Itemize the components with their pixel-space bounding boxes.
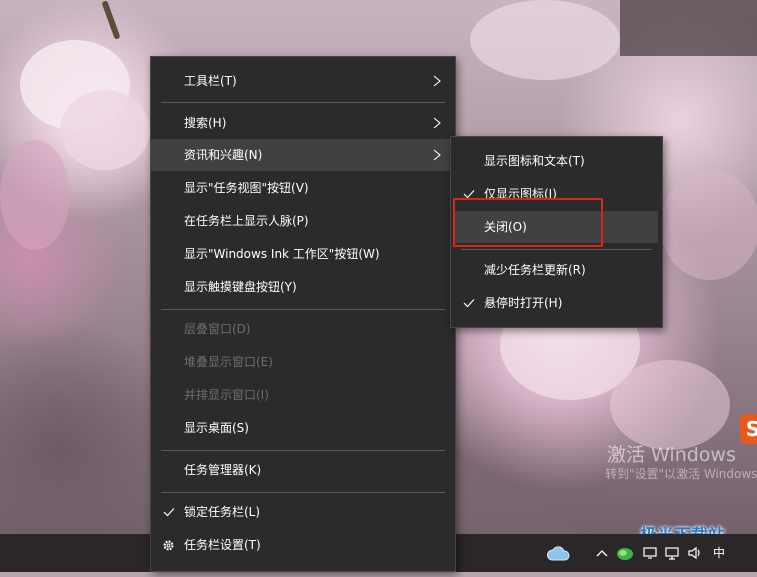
checkmark-icon bbox=[463, 287, 475, 319]
menu-item-label: 显示图标和文本(T) bbox=[484, 154, 585, 168]
menu-item-label: 层叠窗口(D) bbox=[184, 322, 251, 336]
submenu-item-open-on-hover[interactable]: 悬停时打开(H) bbox=[451, 287, 662, 319]
menu-item-toolbars[interactable]: 工具栏(T) bbox=[151, 65, 455, 97]
taskbar-context-menu: 工具栏(T) 搜索(H) 资讯和兴趣(N) 显示"任务视图"按钮(V) 在任务栏… bbox=[150, 56, 456, 572]
menu-item-show-people[interactable]: 在任务栏上显示人脉(P) bbox=[151, 205, 455, 237]
volume-icon[interactable] bbox=[686, 534, 704, 572]
menu-item-label: 任务管理器(K) bbox=[184, 463, 262, 477]
menu-item-label: 任务栏设置(T) bbox=[184, 538, 261, 552]
submenu-item-reduce-updates[interactable]: 减少任务栏更新(R) bbox=[451, 254, 662, 286]
submenu-item-show-icon-and-text[interactable]: 显示图标和文本(T) bbox=[451, 145, 662, 177]
chevron-right-icon bbox=[433, 65, 445, 97]
security-icon[interactable] bbox=[613, 534, 637, 572]
menu-item-task-manager[interactable]: 任务管理器(K) bbox=[151, 454, 455, 486]
menu-divider bbox=[161, 450, 445, 451]
menu-item-label: 减少任务栏更新(R) bbox=[484, 263, 586, 277]
menu-item-label: 堆叠显示窗口(E) bbox=[184, 355, 273, 369]
ime-indicator[interactable]: 中 bbox=[710, 534, 728, 572]
activation-title: 激活 Windows bbox=[607, 444, 736, 466]
menu-item-label: 资讯和兴趣(N) bbox=[184, 148, 263, 162]
menu-item-taskbar-settings[interactable]: 任务栏设置(T) bbox=[151, 529, 455, 561]
menu-divider bbox=[461, 249, 652, 250]
checkmark-icon bbox=[163, 496, 175, 528]
menu-item-search[interactable]: 搜索(H) bbox=[151, 107, 455, 139]
menu-item-label: 显示"Windows Ink 工作区"按钮(W) bbox=[184, 247, 380, 261]
menu-item-show-desktop[interactable]: 显示桌面(S) bbox=[151, 412, 455, 444]
menu-item-label: 显示触摸键盘按钮(Y) bbox=[184, 280, 297, 294]
menu-item-label: 显示"任务视图"按钮(V) bbox=[184, 181, 309, 195]
chevron-right-icon bbox=[433, 139, 445, 171]
menu-item-news-interests[interactable]: 资讯和兴趣(N) bbox=[151, 139, 455, 171]
menu-item-label: 搜索(H) bbox=[184, 116, 227, 130]
menu-item-label: 显示桌面(S) bbox=[184, 421, 249, 435]
annotation-highlight-box bbox=[453, 198, 603, 247]
cloud-icon[interactable] bbox=[543, 534, 573, 572]
menu-item-label: 在任务栏上显示人脉(P) bbox=[184, 214, 309, 228]
menu-item-lock-taskbar[interactable]: 锁定任务栏(L) bbox=[151, 496, 455, 528]
menu-item-side-by-side-windows: 并排显示窗口(I) bbox=[151, 379, 455, 411]
menu-item-label: 锁定任务栏(L) bbox=[184, 505, 261, 519]
chevron-right-icon bbox=[433, 107, 445, 139]
menu-divider bbox=[161, 492, 445, 493]
menu-item-label: 并排显示窗口(I) bbox=[184, 388, 269, 402]
activation-subtitle: 转到"设置"以激活 Windows。 bbox=[605, 467, 757, 481]
menu-divider bbox=[161, 102, 445, 103]
menu-item-task-view-button[interactable]: 显示"任务视图"按钮(V) bbox=[151, 172, 455, 204]
network-icon[interactable] bbox=[642, 534, 658, 572]
menu-item-windows-ink-button[interactable]: 显示"Windows Ink 工作区"按钮(W) bbox=[151, 238, 455, 270]
chevron-up-icon[interactable] bbox=[594, 534, 610, 572]
menu-item-stack-windows: 堆叠显示窗口(E) bbox=[151, 346, 455, 378]
display-icon[interactable] bbox=[664, 534, 680, 572]
site-logo: S bbox=[740, 414, 757, 444]
menu-divider bbox=[161, 309, 445, 310]
gear-icon bbox=[162, 529, 176, 561]
menu-item-cascade-windows: 层叠窗口(D) bbox=[151, 313, 455, 345]
menu-item-label: 工具栏(T) bbox=[184, 74, 237, 88]
menu-item-label: 悬停时打开(H) bbox=[484, 296, 563, 310]
menu-item-touch-keyboard-button[interactable]: 显示触摸键盘按钮(Y) bbox=[151, 271, 455, 303]
